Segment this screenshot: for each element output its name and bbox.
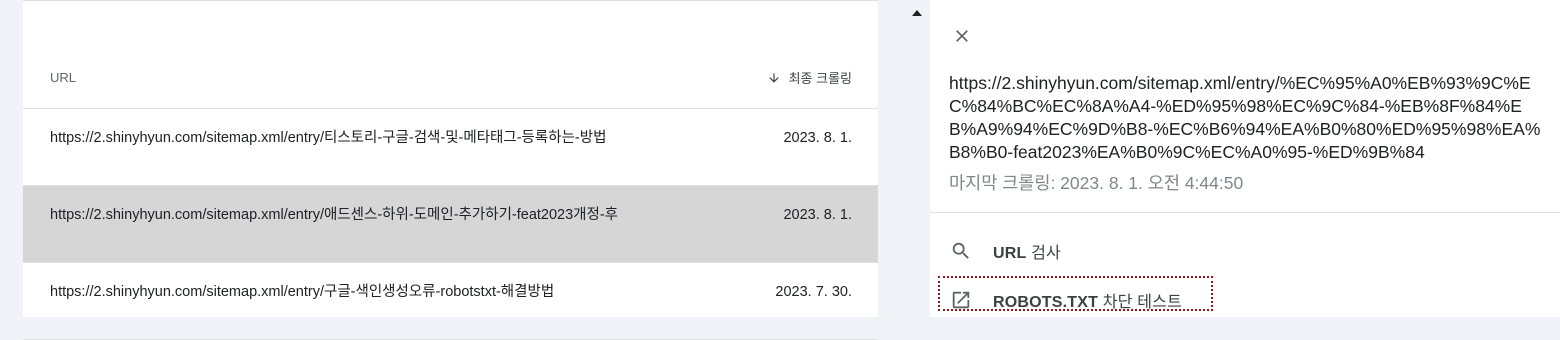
row-url: https://2.shinyhyun.com/sitemap.xml/entr… <box>50 130 607 146</box>
column-header-last-crawl[interactable]: 최종 크롤링 <box>767 68 852 87</box>
url-detail-panel: https://2.shinyhyun.com/sitemap.xml/entr… <box>930 0 1560 317</box>
row-date: 2023. 8. 1. <box>783 207 852 223</box>
divider <box>930 212 1560 213</box>
url-inspect-label: URL 검사 <box>993 245 1061 262</box>
panel-url: https://2.shinyhyun.com/sitemap.xml/entr… <box>949 73 1541 162</box>
close-button[interactable] <box>950 26 974 50</box>
scroll-up-arrow-icon[interactable] <box>912 10 922 16</box>
table-row[interactable]: https://2.shinyhyun.com/sitemap.xml/entr… <box>23 263 878 340</box>
table-row[interactable]: https://2.shinyhyun.com/sitemap.xml/entr… <box>23 186 878 263</box>
row-url: https://2.shinyhyun.com/sitemap.xml/entr… <box>50 207 619 223</box>
row-date: 2023. 8. 1. <box>783 130 852 146</box>
table-row[interactable]: https://2.shinyhyun.com/sitemap.xml/entr… <box>23 109 878 186</box>
column-header-url[interactable]: URL <box>50 70 76 85</box>
panel-last-crawl: 마지막 크롤링: 2023. 8. 1. 오전 4:44:50 <box>949 173 1244 193</box>
search-icon <box>949 239 973 263</box>
scrollbar[interactable] <box>906 0 928 317</box>
focus-outline <box>938 276 1213 311</box>
column-header-last-crawl-label: 최종 크롤링 <box>788 71 852 86</box>
row-url: https://2.shinyhyun.com/sitemap.xml/entr… <box>50 284 555 300</box>
table-header: URL 최종 크롤링 <box>23 1 878 109</box>
row-date: 2023. 7. 30. <box>775 284 852 300</box>
url-inspect-button[interactable]: URL 검사 <box>949 239 1061 263</box>
crawl-table: URL 최종 크롤링 https://2.shinyhyun.com/sitem… <box>23 0 878 340</box>
close-icon <box>952 26 972 51</box>
arrow-down-icon <box>767 71 781 85</box>
